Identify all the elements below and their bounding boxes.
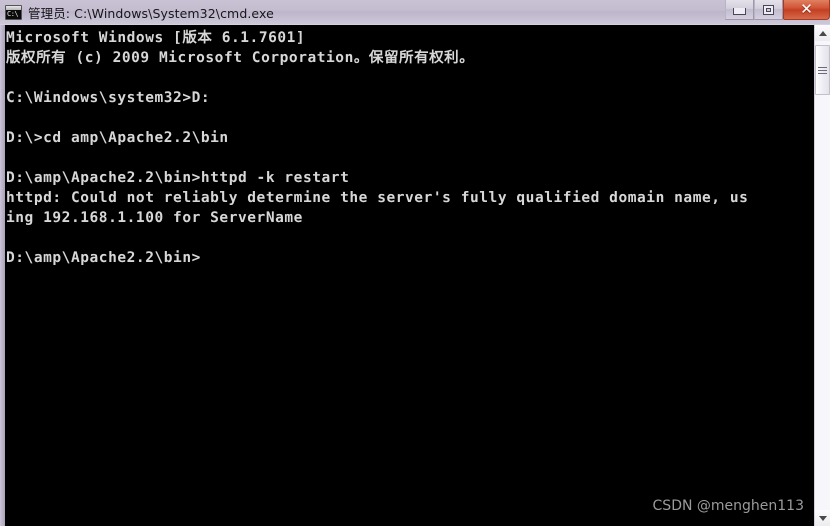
console-line: C:\Windows\system32>D:: [6, 90, 211, 106]
minimize-button[interactable]: [725, 0, 754, 20]
restore-button[interactable]: [754, 0, 783, 20]
console-output-screen[interactable]: Microsoft Windows [版本 6.1.7601] 版权所有 (c) …: [5, 25, 814, 526]
scroll-thumb[interactable]: [815, 45, 830, 95]
console-line: httpd: Could not reliably determine the …: [6, 190, 749, 206]
cmd-window: C:\ 管理员: C:\Windows\System32\cmd.exe ✕ M…: [0, 0, 830, 526]
scroll-up-arrow-icon: [818, 30, 827, 36]
window-title: 管理员: C:\Windows\System32\cmd.exe: [28, 5, 274, 21]
cmd-console-icon: C:\: [5, 4, 22, 20]
scrollbar-track[interactable]: [815, 41, 830, 510]
console-line: D:\amp\Apache2.2\bin>: [6, 250, 201, 266]
console-line: ing 192.168.1.100 for ServerName: [6, 210, 303, 226]
close-button[interactable]: ✕: [783, 0, 830, 20]
console-line: 版权所有 (c) 2009 Microsoft Corporation。保留所有…: [6, 50, 475, 66]
window-controls: ✕: [725, 0, 830, 21]
console-line: D:\amp\Apache2.2\bin>httpd -k restart: [6, 170, 350, 186]
console-client-area: Microsoft Windows [版本 6.1.7601] 版权所有 (c) …: [0, 25, 830, 526]
minimize-icon: [733, 7, 746, 15]
scroll-thumb-grip-icon: [818, 66, 827, 74]
scroll-down-arrow-icon: [818, 515, 827, 521]
icon-prompt-glyph: C:\: [7, 9, 19, 18]
window-titlebar[interactable]: C:\ 管理员: C:\Windows\System32\cmd.exe ✕: [0, 0, 830, 26]
console-scrollbar[interactable]: [814, 25, 830, 526]
close-icon: ✕: [800, 0, 813, 18]
scroll-down-button[interactable]: [815, 510, 830, 526]
restore-icon: [763, 4, 774, 15]
scroll-up-button[interactable]: [815, 25, 830, 41]
console-line: Microsoft Windows [版本 6.1.7601]: [6, 30, 306, 46]
console-line: D:\>cd amp\Apache2.2\bin: [6, 130, 229, 146]
csdn-watermark: CSDN @menghen113: [652, 498, 804, 514]
console-output-text: Microsoft Windows [版本 6.1.7601] 版权所有 (c) …: [6, 28, 748, 268]
